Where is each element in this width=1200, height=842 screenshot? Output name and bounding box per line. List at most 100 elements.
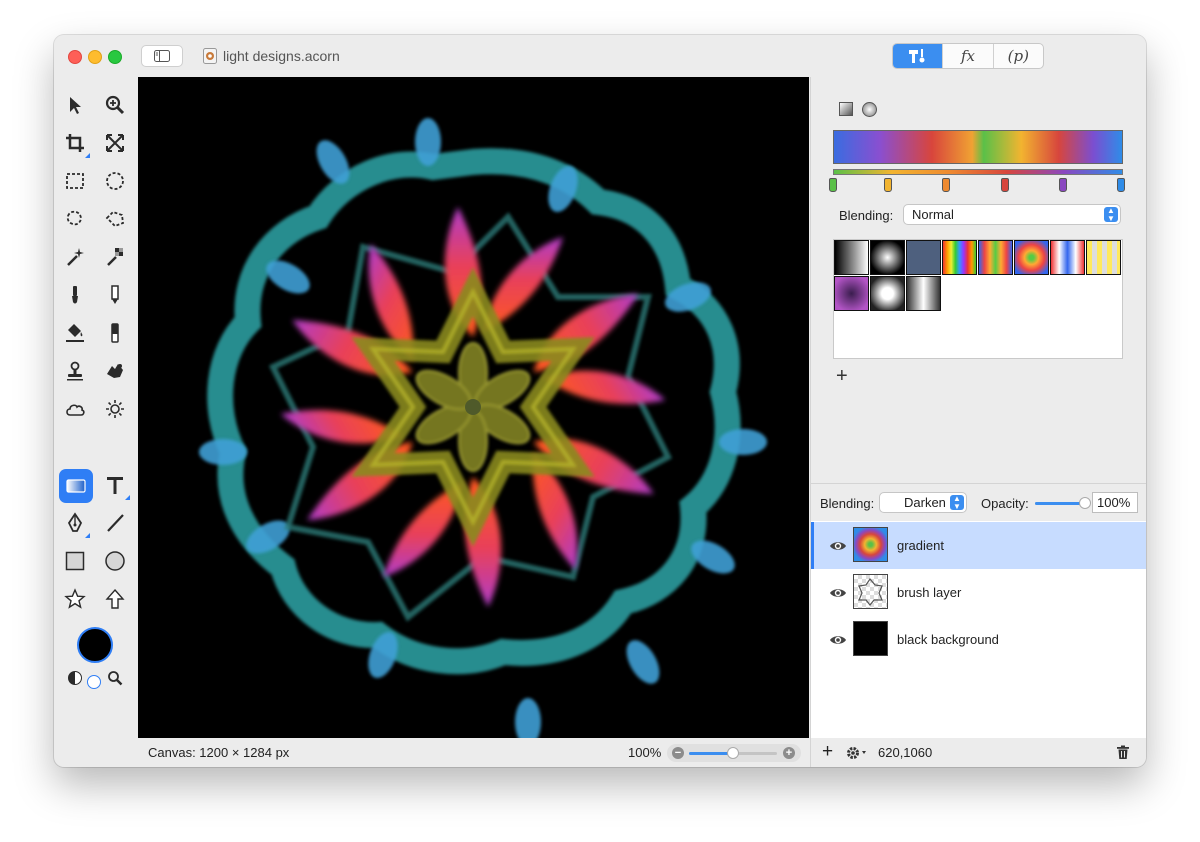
document-icon [203,48,217,64]
eye-icon[interactable] [829,631,847,649]
arrow-shape-tool[interactable] [99,583,131,615]
rectangle-icon [65,551,85,571]
crop-tool[interactable] [59,127,91,159]
sidebar-icon [154,50,170,62]
eye-icon[interactable] [829,584,847,602]
gradient-preset[interactable] [1050,240,1085,275]
opacity-field[interactable]: 100% [1092,492,1138,513]
gradient-preset[interactable] [942,240,977,275]
tab-tools[interactable] [893,44,944,68]
close-window-button[interactable] [68,50,82,64]
eraser-tool[interactable] [99,317,131,349]
swap-colors-icon[interactable] [68,671,82,685]
zoom-icon [105,95,125,115]
gradient-preset[interactable] [1086,240,1121,275]
text-icon [107,477,123,494]
pencil-tool[interactable] [99,279,131,311]
tools-icon [908,49,925,63]
gradient-preset[interactable] [1014,240,1049,275]
rectangle-shape-tool[interactable] [59,545,91,577]
eye-icon[interactable] [829,537,847,555]
gradient-stop-track[interactable] [833,169,1123,175]
gradient-preset[interactable] [870,276,905,311]
foreground-color-well[interactable] [77,627,113,663]
linear-gradient-icon[interactable] [839,102,853,116]
gradient-blending-value: Normal [912,207,954,222]
gradient-preview[interactable] [833,130,1123,164]
layers-footer: + 620,1060 [810,738,1146,767]
layer-row-gradient[interactable]: gradient [811,522,1146,569]
zoom-slider-knob[interactable] [727,747,739,759]
lasso-tool[interactable] [59,203,91,235]
zoom-window-button[interactable] [108,50,122,64]
add-gradient-button[interactable]: + [836,365,848,388]
zoom-level-label: 100% [628,745,662,760]
gradient-stop[interactable] [884,178,892,192]
pen-nib-icon [67,512,83,532]
line-tool[interactable] [99,507,131,539]
ellipse-select-tool[interactable] [99,165,131,197]
stamp-icon [67,361,83,381]
radial-gradient-icon[interactable] [862,102,877,117]
gradient-stop[interactable] [1059,178,1067,192]
transform-tool[interactable] [99,127,131,159]
layer-blending-label: Blending: [820,496,875,511]
background-color-well[interactable] [87,675,101,689]
magic-wand-tool[interactable] [59,241,91,273]
tab-properties[interactable]: (p) [994,44,1043,68]
pencil-icon [111,285,119,304]
opacity-slider-knob[interactable] [1079,497,1091,509]
brush-tool[interactable] [59,279,91,311]
rect-select-tool[interactable] [59,165,91,197]
tab-fx[interactable]: fx [943,44,994,68]
star-tool[interactable] [59,583,91,615]
gradient-blending-select[interactable]: Normal ▲ ▼ [903,204,1121,225]
oval-shape-tool[interactable] [99,545,131,577]
gradient-preset[interactable] [978,240,1013,275]
cursor-coordinates: 620,1060 [878,745,933,760]
paint-bucket-tool[interactable] [59,317,91,349]
gradient-stop[interactable] [1117,178,1125,192]
gradient-preset[interactable] [870,240,905,275]
layer-blending-select[interactable]: Darken ▲ ▼ [879,492,967,513]
arrow-icon [70,97,81,114]
gradient-stop[interactable] [1001,178,1009,192]
gear-icon[interactable] [845,745,869,761]
flare-tool[interactable] [99,393,131,425]
opacity-label: Opacity: [981,496,1029,511]
smudge-tool[interactable] [99,355,131,387]
text-tool[interactable] [99,469,131,501]
image-canvas[interactable] [138,77,809,738]
zoom-tool[interactable] [99,89,131,121]
lasso-icon [66,210,82,226]
layer-row-brush-layer[interactable]: brush layer [811,569,1146,616]
zoom-in-button[interactable]: + [783,747,795,759]
eraser-icon [111,323,119,343]
bezier-pen-tool[interactable] [59,507,91,539]
opacity-slider[interactable] [1035,502,1085,505]
instant-alpha-tool[interactable] [99,241,131,273]
zoom-control: − + [667,744,801,762]
gradient-tool[interactable] [59,469,93,503]
gradient-stop[interactable] [942,178,950,192]
arrow-select-tool[interactable] [59,89,91,121]
gradient-preset[interactable] [834,276,869,311]
layer-row-black-background[interactable]: black background [811,616,1146,663]
loupe-icon[interactable] [107,670,123,686]
minimize-window-button[interactable] [88,50,102,64]
polygon-lasso-tool[interactable] [99,203,131,235]
circle-icon [105,551,125,571]
clone-stamp-tool[interactable] [59,355,91,387]
sidebar-toggle-button[interactable] [141,45,183,67]
cloud-tool[interactable] [59,393,91,425]
layer-options-bar: Blending: Darken ▲ ▼ Opacity: 100% [810,483,1146,522]
zoom-out-button[interactable]: − [672,747,684,759]
paint-bucket-icon [66,324,84,342]
gradient-preset[interactable] [906,240,941,275]
gradient-preset[interactable] [906,276,941,311]
magic-wand-icon [67,248,84,266]
gradient-stop[interactable] [829,178,837,192]
add-layer-button[interactable]: + [822,741,833,763]
trash-icon[interactable] [1116,745,1130,760]
gradient-preset[interactable] [834,240,869,275]
